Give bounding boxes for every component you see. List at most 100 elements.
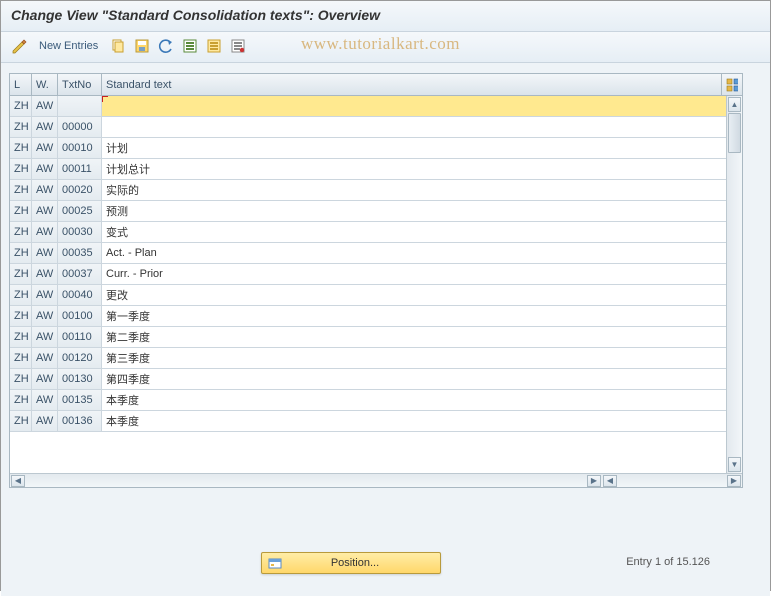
col-header-w[interactable]: W. [32,74,58,95]
cell-std[interactable]: 本季度 [102,390,742,411]
cell-w[interactable]: AW [32,285,58,306]
cell-w[interactable]: AW [32,138,58,159]
cell-l[interactable]: ZH [10,243,32,264]
cell-std[interactable]: Act. - Plan [102,243,742,264]
position-button[interactable]: Position... [261,552,441,574]
hscroll-left-icon[interactable]: ◀ [11,475,25,487]
cell-w[interactable]: AW [32,327,58,348]
table-row[interactable]: ZHAW00037Curr. - Prior [10,264,742,285]
scroll-thumb[interactable] [728,113,741,153]
cell-w[interactable]: AW [32,348,58,369]
table-row[interactable]: ZHAW00000 [10,117,742,138]
cell-l[interactable]: ZH [10,96,32,117]
cell-txtno[interactable]: 00135 [58,390,102,411]
vertical-scrollbar[interactable]: ▲ ▼ [726,96,742,473]
table-row[interactable]: ZHAW00040更改 [10,285,742,306]
col-header-language[interactable]: L [10,74,32,95]
table-row[interactable]: ZHAW [10,96,742,117]
cell-w[interactable]: AW [32,201,58,222]
cell-l[interactable]: ZH [10,285,32,306]
cell-w[interactable]: AW [32,369,58,390]
cell-l[interactable]: ZH [10,180,32,201]
cell-txtno[interactable]: 00040 [58,285,102,306]
table-row[interactable]: ZHAW00035Act. - Plan [10,243,742,264]
change-icon[interactable] [9,36,29,56]
table-row[interactable]: ZHAW00100第一季度 [10,306,742,327]
table-row[interactable]: ZHAW00135本季度 [10,390,742,411]
cell-txtno[interactable] [58,96,102,117]
cell-l[interactable]: ZH [10,159,32,180]
cell-l[interactable]: ZH [10,306,32,327]
cell-w[interactable]: AW [32,243,58,264]
cell-l[interactable]: ZH [10,411,32,432]
table-row[interactable]: ZHAW00120第三季度 [10,348,742,369]
hscroll2-left-icon[interactable]: ◀ [603,475,617,487]
cell-std[interactable]: 本季度 [102,411,742,432]
table-row[interactable]: ZHAW00136本季度 [10,411,742,432]
horizontal-scrollbar[interactable]: ◀ ▶ ◀ ▶ [10,473,742,487]
scroll-down-icon[interactable]: ▼ [728,457,741,472]
cell-txtno[interactable]: 00035 [58,243,102,264]
copy-icon[interactable] [108,36,128,56]
hscroll-right-icon[interactable]: ▶ [587,475,601,487]
cell-std[interactable]: Curr. - Prior [102,264,742,285]
cell-std[interactable] [102,96,742,117]
cell-txtno[interactable]: 00130 [58,369,102,390]
table-row[interactable]: ZHAW00010计划 [10,138,742,159]
cell-w[interactable]: AW [32,411,58,432]
cell-txtno[interactable]: 00030 [58,222,102,243]
cell-txtno[interactable]: 00110 [58,327,102,348]
cell-txtno[interactable]: 00136 [58,411,102,432]
cell-l[interactable]: ZH [10,390,32,411]
scroll-track[interactable] [727,153,742,456]
delete-icon[interactable] [228,36,248,56]
cell-l[interactable]: ZH [10,222,32,243]
col-header-standard-text[interactable]: Standard text [102,74,722,95]
table-row[interactable]: ZHAW00110第二季度 [10,327,742,348]
cell-l[interactable]: ZH [10,327,32,348]
save-icon[interactable] [132,36,152,56]
cell-txtno[interactable]: 00100 [58,306,102,327]
cell-std[interactable]: 第四季度 [102,369,742,390]
cell-txtno[interactable]: 00020 [58,180,102,201]
cell-std[interactable]: 第一季度 [102,306,742,327]
new-entries-button[interactable]: New Entries [33,40,104,52]
select-all-icon[interactable] [180,36,200,56]
cell-std[interactable]: 第二季度 [102,327,742,348]
cell-std[interactable]: 计划总计 [102,159,742,180]
cell-w[interactable]: AW [32,117,58,138]
cell-l[interactable]: ZH [10,138,32,159]
table-row[interactable]: ZHAW00020实际的 [10,180,742,201]
cell-l[interactable]: ZH [10,369,32,390]
cell-txtno[interactable]: 00010 [58,138,102,159]
cell-l[interactable]: ZH [10,117,32,138]
table-row[interactable]: ZHAW00011计划总计 [10,159,742,180]
cell-std[interactable]: 预测 [102,201,742,222]
col-header-txtno[interactable]: TxtNo [58,74,102,95]
cell-l[interactable]: ZH [10,348,32,369]
cell-txtno[interactable]: 00037 [58,264,102,285]
deselect-icon[interactable] [204,36,224,56]
cell-txtno[interactable]: 00000 [58,117,102,138]
cell-w[interactable]: AW [32,180,58,201]
scroll-up-icon[interactable]: ▲ [728,97,741,112]
table-config-icon[interactable] [722,74,742,95]
cell-txtno[interactable]: 00025 [58,201,102,222]
table-row[interactable]: ZHAW00030变式 [10,222,742,243]
cell-w[interactable]: AW [32,306,58,327]
table-row[interactable]: ZHAW00130第四季度 [10,369,742,390]
cell-w[interactable]: AW [32,264,58,285]
cell-std[interactable]: 实际的 [102,180,742,201]
cell-std[interactable]: 第三季度 [102,348,742,369]
table-row[interactable]: ZHAW00025预测 [10,201,742,222]
cell-l[interactable]: ZH [10,201,32,222]
cell-txtno[interactable]: 00011 [58,159,102,180]
hscroll2-right-icon[interactable]: ▶ [727,475,741,487]
cell-std[interactable]: 变式 [102,222,742,243]
cell-w[interactable]: AW [32,390,58,411]
cell-l[interactable]: ZH [10,264,32,285]
cell-w[interactable]: AW [32,222,58,243]
cell-std[interactable]: 计划 [102,138,742,159]
cell-w[interactable]: AW [32,96,58,117]
cell-std[interactable] [102,117,742,138]
